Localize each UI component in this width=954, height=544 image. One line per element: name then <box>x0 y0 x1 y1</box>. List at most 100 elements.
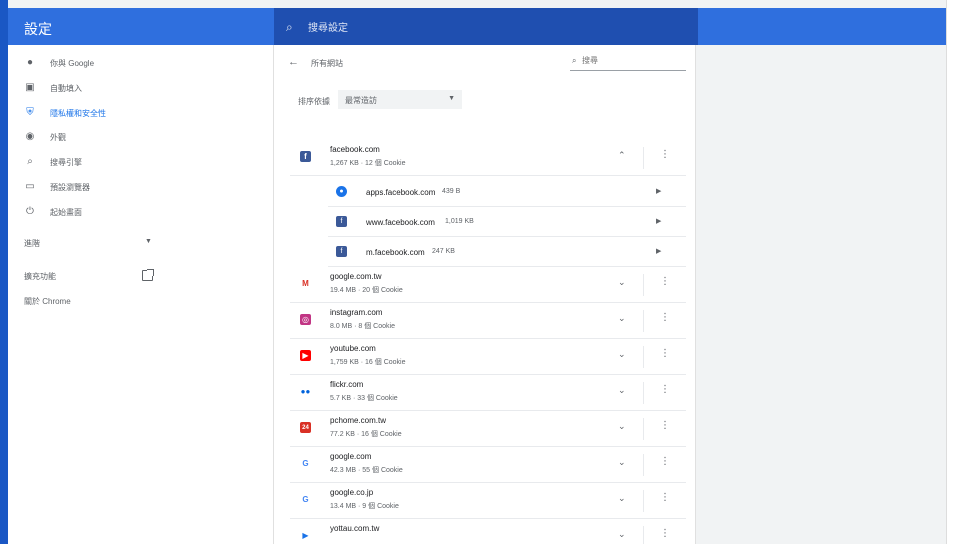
chevron-down-icon[interactable]: ⌄ <box>618 385 626 396</box>
subsite-name: www.facebook.com <box>366 218 435 227</box>
row-divider <box>643 418 644 440</box>
chevron-down-icon[interactable]: ⌄ <box>618 277 626 288</box>
site-storage-meta: 1,267 KB · 12 個 Cookie <box>330 160 406 167</box>
person-icon: ● <box>26 57 34 68</box>
row-divider <box>643 346 644 368</box>
chevron-down-icon[interactable]: ▼ <box>145 238 152 245</box>
open-in-new-icon[interactable] <box>142 269 154 281</box>
subsite-row-m-facebook[interactable]: f m.facebook.com 247 KB ▶ <box>328 237 686 267</box>
site-row-instagram[interactable]: ◎ instagram.com 8.0 MB · 8 個 Cookie ⌄ ⋮ <box>290 303 686 339</box>
chevron-down-icon[interactable]: ⌄ <box>618 349 626 360</box>
site-name: pchome.com.tw <box>330 416 387 425</box>
clipboard-icon: ▣ <box>25 82 35 93</box>
search-icon: ⌕ <box>572 56 577 65</box>
site-name: google.com <box>330 452 372 461</box>
site-name: google.co.jp <box>330 488 374 497</box>
sidebar-item-label: 你與 Google <box>50 58 95 68</box>
google-icon: G <box>302 495 309 504</box>
dropdown-arrow-icon: ▼ <box>448 95 455 102</box>
subsite-name: apps.facebook.com <box>366 188 436 197</box>
settings-search-placeholder: 搜尋設定 <box>308 23 348 34</box>
more-actions-icon[interactable]: ⋮ <box>660 456 670 467</box>
site-row-facebook[interactable]: f facebook.com 1,267 KB · 12 個 Cookie ⌃ … <box>290 140 686 176</box>
site-name: flickr.com <box>330 380 364 389</box>
all-sites-header: ← 所有網站 ⌕ <box>274 45 696 79</box>
chevron-right-icon[interactable]: ▶ <box>656 217 661 225</box>
more-actions-icon[interactable]: ⋮ <box>660 348 670 359</box>
chevron-down-icon[interactable]: ⌄ <box>618 421 626 432</box>
site-name: facebook.com <box>330 145 380 154</box>
sidebar-item-label: 隱私權和安全性 <box>50 108 106 118</box>
chevron-down-icon[interactable]: ⌄ <box>618 529 626 540</box>
more-actions-icon[interactable]: ⋮ <box>660 492 670 503</box>
sidebar-item-label: 外觀 <box>50 132 66 142</box>
subsite-size: 247 KB <box>432 248 455 255</box>
sidebar-item-you-and-google[interactable]: ● 你與 Google <box>8 51 274 75</box>
facebook-icon: f <box>336 216 347 227</box>
sidebar-item-label: 起始畫面 <box>50 207 82 217</box>
site-search-input[interactable] <box>582 56 682 65</box>
subsite-row-www-facebook[interactable]: f www.facebook.com 1,019 KB ▶ <box>328 207 686 237</box>
more-actions-icon[interactable]: ⋮ <box>660 384 670 395</box>
sidebar-about-chrome[interactable]: 關於 Chrome <box>24 296 71 307</box>
row-divider <box>643 310 644 332</box>
chevron-right-icon[interactable]: ▶ <box>656 187 661 195</box>
sidebar-item-label: 預設瀏覽器 <box>50 182 90 192</box>
chevron-down-icon[interactable]: ⌄ <box>618 313 626 324</box>
site-row-youtube[interactable]: ▶ youtube.com 1,759 KB · 16 個 Cookie ⌄ ⋮ <box>290 339 686 375</box>
row-divider <box>643 454 644 476</box>
sidebar-item-autofill[interactable]: ▣ 自動填入 <box>8 76 274 100</box>
sidebar-item-label: 自動填入 <box>50 83 82 93</box>
youtube-icon: ▶ <box>300 350 311 361</box>
site-row-pchome[interactable]: 24 pchome.com.tw 77.2 KB · 16 個 Cookie ⌄… <box>290 411 686 447</box>
more-actions-icon[interactable]: ⋮ <box>660 420 670 431</box>
sidebar-item-on-startup[interactable]: ⏻ 起始畫面 <box>8 200 274 224</box>
facebook-icon: f <box>300 151 311 162</box>
sidebar-advanced[interactable]: 進階 <box>24 238 40 249</box>
site-row-flickr[interactable]: ●● flickr.com 5.7 KB · 33 個 Cookie ⌄ ⋮ <box>290 375 686 411</box>
subsite-size: 1,019 KB <box>445 218 474 225</box>
site-name: yottau.com.tw <box>330 524 380 533</box>
chevron-down-icon[interactable]: ⌄ <box>618 457 626 468</box>
page-title: 所有網站 <box>311 59 343 68</box>
sidebar-item-label: 搜尋引擎 <box>50 157 82 167</box>
site-row-google-co-jp[interactable]: G google.co.jp 13.4 MB · 9 個 Cookie ⌄ ⋮ <box>290 483 686 519</box>
pchome-icon: 24 <box>300 422 311 433</box>
all-sites-page: ← 所有網站 ⌕ 排序依據 最常造訪 ▼ f facebook.com 1,26… <box>274 45 696 544</box>
sidebar-item-privacy[interactable]: ⛨ 隱私權和安全性 <box>8 101 274 125</box>
settings-search[interactable]: ⌕ 搜尋設定 <box>274 8 698 45</box>
site-storage-meta: 19.4 MB · 20 個 Cookie <box>330 287 403 294</box>
site-name: google.com.tw <box>330 272 382 281</box>
row-divider <box>643 526 644 544</box>
subsite-row-apps-facebook[interactable]: ● apps.facebook.com 439 B ▶ <box>328 177 686 207</box>
browser-icon: ▭ <box>25 181 35 192</box>
site-row-yottau[interactable]: ▶ yottau.com.tw ⌄ ⋮ <box>290 519 686 544</box>
chevron-right-icon[interactable]: ▶ <box>656 247 661 255</box>
gmail-icon: M <box>302 279 309 288</box>
sidebar-item-appearance[interactable]: ◉ 外觀 <box>8 125 274 149</box>
site-row-google-com-tw[interactable]: M google.com.tw 19.4 MB · 20 個 Cookie ⌄ … <box>290 267 686 303</box>
sort-label: 排序依據 <box>298 97 330 106</box>
site-storage-meta: 42.3 MB · 55 個 Cookie <box>330 467 403 474</box>
row-divider <box>643 147 644 169</box>
facebook-icon: f <box>336 246 347 257</box>
site-search-field[interactable]: ⌕ <box>570 54 686 71</box>
globe-icon: ● <box>336 186 347 197</box>
sort-dropdown[interactable]: 最常造訪 ▼ <box>338 90 462 109</box>
back-arrow-icon[interactable]: ← <box>288 56 299 68</box>
site-name: instagram.com <box>330 308 383 317</box>
more-actions-icon[interactable]: ⋮ <box>660 149 670 160</box>
chevron-down-icon[interactable]: ⌄ <box>618 493 626 504</box>
sidebar-extensions[interactable]: 擴充功能 <box>24 271 56 282</box>
more-actions-icon[interactable]: ⋮ <box>660 528 670 539</box>
more-actions-icon[interactable]: ⋮ <box>660 312 670 323</box>
chevron-up-icon[interactable]: ⌃ <box>618 150 626 161</box>
sidebar-item-default-browser[interactable]: ▭ 預設瀏覽器 <box>8 175 274 199</box>
sidebar-item-search-engine[interactable]: ⌕ 搜尋引擎 <box>8 150 274 174</box>
row-divider <box>643 490 644 512</box>
site-row-google-com[interactable]: G google.com 42.3 MB · 55 個 Cookie ⌄ ⋮ <box>290 447 686 483</box>
shield-icon: ⛨ <box>26 107 34 118</box>
row-divider <box>643 382 644 404</box>
row-divider <box>643 274 644 296</box>
more-actions-icon[interactable]: ⋮ <box>660 276 670 287</box>
